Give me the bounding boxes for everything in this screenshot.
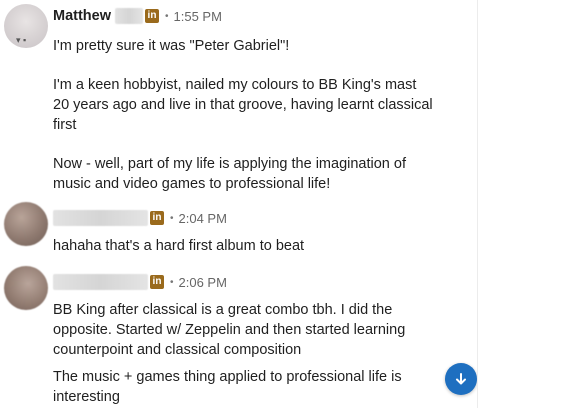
timestamp: 2:06 PM (178, 274, 227, 290)
linkedin-icon: in (145, 9, 159, 23)
timestamp: 2:04 PM (178, 210, 227, 226)
avatar-image: ▾ ▪ (16, 35, 27, 45)
message-paragraph: I'm pretty sure it was "Peter Gabriel"! (53, 38, 290, 54)
message-paragraph: BB King after classical is a great combo… (53, 302, 406, 358)
sender-name[interactable]: Matthew (53, 8, 111, 24)
redacted-surname (115, 8, 143, 24)
redacted-name (53, 274, 148, 290)
arrow-down-icon (456, 373, 466, 385)
message-header: in • 2:06 PM (53, 272, 227, 292)
chat-window: ▾ ▪ Matthew in • 1:55 PM I'm pretty sure… (0, 0, 575, 408)
message-header: in • 2:04 PM (53, 208, 227, 228)
linkedin-icon: in (150, 211, 164, 225)
message-paragraph: I'm a keen hobbyist, nailed my colours t… (53, 77, 433, 133)
avatar[interactable]: ▾ ▪ (4, 4, 48, 48)
message-paragraph: hahaha that's a hard first album to beat (53, 238, 305, 254)
avatar[interactable] (4, 266, 48, 310)
timestamp: 1:55 PM (173, 8, 222, 24)
avatar[interactable] (4, 202, 48, 246)
separator: • (170, 276, 174, 288)
redacted-name (53, 210, 148, 226)
separator: • (170, 212, 174, 224)
linkedin-icon: in (150, 275, 164, 289)
message-header: Matthew in • 1:55 PM (53, 6, 222, 26)
message-paragraph: Now - well, part of my life is applying … (53, 156, 406, 192)
separator: • (165, 10, 169, 22)
message-paragraph: The music + games thing applied to profe… (53, 369, 402, 405)
scroll-to-bottom-button[interactable] (445, 363, 477, 395)
side-panel-edge (477, 0, 575, 408)
